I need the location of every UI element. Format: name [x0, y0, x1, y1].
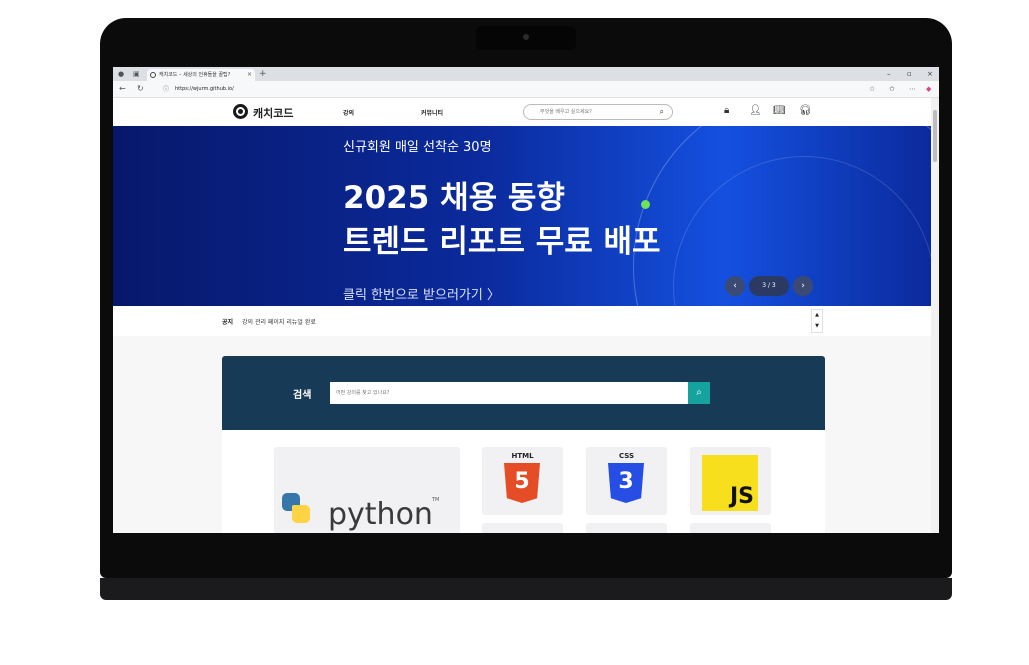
css3-icon: 3: [608, 463, 644, 503]
js-label: JS: [729, 484, 754, 509]
globe-icon: [150, 72, 156, 78]
nav-lectures[interactable]: 강의: [343, 108, 354, 117]
banner-next-button[interactable]: ›: [793, 276, 813, 296]
html5-digit: 5: [514, 469, 530, 494]
back-icon[interactable]: ←: [119, 83, 126, 95]
notice-bar: 공지 강의 관리 페이지 리뉴얼 완료 ▲ ▼: [113, 306, 931, 337]
nav-community[interactable]: 커뮤니티: [421, 108, 443, 117]
search-icon[interactable]: ⌕: [660, 105, 664, 119]
banner-kicker: 신규회원 매일 선착순 30명: [343, 140, 492, 155]
course-search-panel: 검색 어떤 강의를 찾고 있나요? ⌕: [222, 356, 825, 430]
banner-title-line1: 2025 채용 동향: [343, 180, 565, 216]
html5-icon: 5: [504, 463, 540, 503]
url-field[interactable]: ⓘ https://wjurm.github.io/: [157, 84, 917, 94]
address-bar: ← ↻ ⓘ https://wjurm.github.io/ ☆ ✩ ⋯ ◆: [113, 81, 939, 98]
banner-prev-button[interactable]: ‹: [725, 276, 745, 296]
close-window-button[interactable]: ×: [927, 67, 933, 81]
web-page: 캐치코드 강의 커뮤니티 무엇을 배우고 싶으세요? ⌕ 🔒︎ 👤︎ 📖︎ 🎧︎…: [113, 98, 931, 533]
tab-title: 캐치코드 – 세상의 언휴들을 꿀팁?: [159, 72, 231, 78]
course-search-input[interactable]: 어떤 강의를 찾고 있나요?: [330, 382, 688, 404]
screen: ● ▣ 캐치코드 – 세상의 언휴들을 꿀팁? × + – ▫ × ← ↻ ⓘ …: [113, 67, 939, 533]
refresh-icon[interactable]: ↻: [137, 83, 144, 95]
search-panel-label: 검색: [293, 390, 312, 401]
css3-digit: 3: [618, 469, 634, 494]
new-tab-button[interactable]: +: [259, 67, 267, 81]
scrollbar-thumb[interactable]: [933, 110, 937, 162]
notice-scroll-control: ▲ ▼: [811, 309, 823, 333]
course-card-python[interactable]: python TM: [274, 447, 460, 533]
course-grid: python TM HTML 5 CSS 3 JS: [222, 430, 825, 533]
python-logo-icon: [292, 505, 310, 523]
site-info-icon[interactable]: ⓘ: [163, 85, 169, 95]
notice-down-button[interactable]: ▼: [812, 321, 822, 332]
banner-title-line2: 트렌드 리포트 무료 배포: [343, 224, 661, 260]
course-card[interactable]: [482, 523, 563, 533]
laptop-base: [100, 578, 952, 600]
header-search-placeholder: 무엇을 배우고 싶으세요?: [540, 109, 592, 115]
notice-label: 공지: [222, 319, 234, 326]
course-card-css[interactable]: CSS 3: [586, 447, 667, 515]
banner-slide-counter: 3 / 3: [749, 276, 789, 296]
camera-icon: [523, 34, 529, 40]
site-header: 캐치코드 강의 커뮤니티 무엇을 배우고 싶으세요? ⌕ 🔒︎ 👤︎ 📖︎ 🎧︎: [113, 98, 931, 126]
restore-button[interactable]: ▫: [907, 67, 912, 81]
notice-up-button[interactable]: ▲: [812, 310, 822, 321]
javascript-icon: JS: [702, 455, 758, 511]
user-icon[interactable]: 👤︎: [749, 105, 762, 117]
hero-banner[interactable]: 신규회원 매일 선착순 30명 2025 채용 동향 트렌드 리포트 무료 배포…: [113, 126, 931, 306]
close-tab-icon[interactable]: ×: [247, 69, 252, 81]
banner-cta-link[interactable]: 클릭 한번으로 받으러가기 〉: [343, 284, 500, 303]
course-search-placeholder: 어떤 강의를 찾고 있나요?: [336, 390, 390, 396]
collections-icon[interactable]: ✩: [889, 83, 895, 95]
html-label: HTML: [511, 452, 534, 460]
course-card[interactable]: [690, 523, 771, 533]
course-card-html[interactable]: HTML 5: [482, 447, 563, 515]
favorite-icon[interactable]: ☆: [869, 83, 875, 95]
url-text: https://wjurm.github.io/: [175, 86, 234, 92]
css-label: CSS: [618, 452, 635, 460]
browser-tab[interactable]: 캐치코드 – 세상의 언휴들을 꿀팁? ×: [147, 69, 255, 81]
header-search-input[interactable]: 무엇을 배우고 싶으세요? ⌕: [523, 104, 673, 120]
banner-title: 2025 채용 동향 트렌드 리포트 무료 배포: [343, 176, 661, 264]
course-card-js[interactable]: JS: [690, 447, 771, 515]
headset-icon[interactable]: 🎧︎: [799, 105, 812, 117]
page-scrollbar[interactable]: [931, 98, 939, 533]
main-content: 검색 어떤 강의를 찾고 있나요? ⌕ python TM HTML 5 CSS…: [113, 336, 931, 533]
course-card[interactable]: [586, 523, 667, 533]
notice-text[interactable]: 강의 관리 페이지 리뉴얼 완료: [242, 317, 316, 326]
book-icon[interactable]: 📖︎: [773, 105, 786, 117]
copilot-icon[interactable]: ◆: [926, 83, 931, 95]
logo-text[interactable]: 캐치코드: [253, 105, 293, 121]
lock-icon[interactable]: 🔒︎: [724, 105, 729, 117]
tab-bar: ● ▣ 캐치코드 – 세상의 언휴들을 꿀팁? × + – ▫ ×: [113, 67, 939, 81]
course-search-button[interactable]: ⌕: [688, 382, 710, 404]
profile-icon[interactable]: ●: [118, 69, 124, 79]
minimize-button[interactable]: –: [887, 67, 891, 81]
logo-icon[interactable]: [233, 104, 248, 119]
more-icon[interactable]: ⋯: [909, 83, 916, 95]
tab-actions-icon[interactable]: ▣: [133, 69, 140, 79]
python-wordmark: python: [328, 497, 433, 532]
python-trademark: TM: [432, 497, 440, 503]
